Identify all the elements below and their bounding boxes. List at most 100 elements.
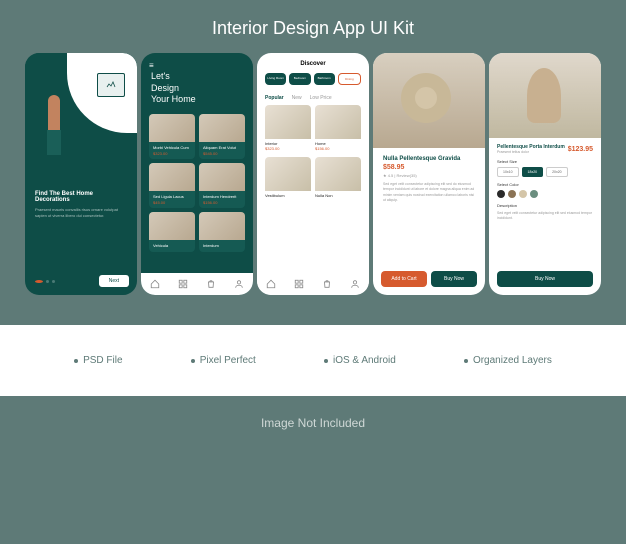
card-title: Vestibulum — [265, 193, 311, 198]
home-icon[interactable] — [150, 279, 160, 289]
product-thumbnail — [149, 114, 195, 142]
product-thumbnail — [149, 163, 195, 191]
product-rating: ★ 4.5 | Review(35) — [383, 173, 475, 178]
product-price: $123.95 — [568, 146, 593, 153]
onboarding-illustration — [25, 53, 137, 183]
home-heading: Let's Design Your Home — [151, 71, 243, 106]
size-option[interactable]: 10x10 — [497, 167, 519, 177]
card-title: Aliquam Erat Volut — [203, 145, 241, 150]
card-title: Vehicula — [153, 243, 191, 248]
product-thumbnail — [315, 105, 361, 139]
product-subtitle: Praesent tellus dolor — [497, 150, 565, 154]
color-options — [497, 190, 593, 198]
bullet-icon — [74, 359, 78, 363]
bullet-icon — [464, 359, 468, 363]
product-thumbnail — [199, 114, 245, 142]
card-title: Interdum — [203, 243, 241, 248]
product-description: Sed eget velit consectetur adipiscing el… — [497, 211, 593, 221]
screen-product-detail: Pellentesque Porta Interdum Praesent tel… — [489, 53, 601, 295]
category-chip[interactable]: Dining — [338, 73, 361, 85]
product-thumbnail — [265, 105, 311, 139]
card-price: $323.00 — [265, 146, 311, 151]
page-indicator — [35, 280, 55, 283]
discover-title: Discover — [265, 61, 361, 67]
card-title: Sed Ligula Lacus — [153, 194, 191, 199]
category-chip[interactable]: Bedroom — [289, 73, 310, 85]
feature-item: iOS & Android — [324, 355, 396, 366]
menu-icon[interactable]: ≡ — [149, 61, 154, 70]
buy-now-button[interactable]: Buy Now — [431, 271, 477, 287]
sort-tab[interactable]: Low Price — [310, 95, 332, 101]
grid-icon[interactable] — [178, 279, 188, 289]
bag-icon[interactable] — [206, 279, 216, 289]
product-image — [401, 73, 451, 123]
picture-frame-icon — [97, 73, 125, 97]
product-thumbnail — [149, 212, 195, 240]
screen-product: Nulla Pellentesque Gravida $58.95 ★ 4.5 … — [373, 53, 485, 295]
product-price: $58.95 — [383, 164, 475, 171]
color-swatch[interactable] — [508, 190, 516, 198]
color-swatch[interactable] — [530, 190, 538, 198]
bullet-icon — [191, 359, 195, 363]
product-hero — [489, 53, 601, 138]
size-option[interactable]: 20x20 — [546, 167, 568, 177]
card-price: $323.00 — [153, 151, 191, 156]
color-swatch[interactable] — [497, 190, 505, 198]
description-label: Description — [497, 203, 593, 208]
features-bar: PSD FilePixel PerfectiOS & AndroidOrgani… — [0, 325, 626, 396]
screen-row: Skip Find The Best Home Decorations Prae… — [0, 53, 626, 295]
product-title: Nulla Pellentesque Gravida — [383, 156, 475, 162]
feature-item: PSD File — [74, 355, 122, 366]
product-card[interactable]: Interdum — [199, 212, 245, 252]
screen-home: ≡ Let's Design Your Home Morbi Vehicula … — [141, 53, 253, 295]
size-label: Select Size — [497, 159, 593, 164]
bullet-icon — [324, 359, 328, 363]
bottom-nav — [141, 273, 253, 295]
card-price: $156.00 — [315, 146, 361, 151]
card-title: Nulla Non — [315, 193, 361, 198]
buy-now-button[interactable]: Buy Now — [497, 271, 593, 287]
onboarding-body: Praesent mauris convallis risus ornare v… — [35, 207, 127, 219]
bag-icon[interactable] — [322, 279, 332, 289]
category-chip[interactable]: Bathroom — [314, 73, 335, 85]
color-label: Select Color — [497, 182, 593, 187]
card-title: Interdum Hendrerit — [203, 194, 241, 199]
product-card[interactable]: Nulla Non — [315, 157, 361, 200]
user-icon[interactable] — [234, 279, 244, 289]
feature-item: Pixel Perfect — [191, 355, 256, 366]
product-card[interactable]: Interdum Hendrerit$156.00 — [199, 163, 245, 208]
category-chip[interactable]: Living Room — [265, 73, 286, 85]
onboarding-heading: Find The Best Home Decorations — [35, 191, 127, 203]
card-price: $545.00 — [203, 151, 241, 156]
next-button[interactable]: Next — [99, 275, 129, 287]
sort-tab[interactable]: Popular — [265, 95, 284, 101]
home-icon[interactable] — [266, 279, 276, 289]
screen-discover: Discover Living RoomBedroom BathroomDinin… — [257, 53, 369, 295]
card-title: Morbi Vehicula Cum — [153, 145, 191, 150]
product-card[interactable]: Interior$323.00 — [265, 105, 311, 153]
person-illustration — [43, 95, 65, 155]
product-card[interactable]: Aliquam Erat Volut$545.00 — [199, 114, 245, 159]
screen-onboarding: Skip Find The Best Home Decorations Prae… — [25, 53, 137, 295]
product-card[interactable]: Vestibulum — [265, 157, 311, 200]
size-option[interactable]: 18x20 — [522, 167, 544, 177]
color-swatch[interactable] — [519, 190, 527, 198]
product-card[interactable]: Vehicula — [149, 212, 195, 252]
product-card[interactable]: Morbi Vehicula Cum$323.00 — [149, 114, 195, 159]
product-thumbnail — [199, 163, 245, 191]
product-thumbnail — [199, 212, 245, 240]
sort-tab[interactable]: New — [292, 95, 302, 101]
card-price: $45.00 — [153, 200, 191, 205]
product-hero — [373, 53, 485, 148]
user-icon[interactable] — [350, 279, 360, 289]
product-thumbnail — [315, 157, 361, 191]
grid-icon[interactable] — [294, 279, 304, 289]
kit-title: Interior Design App UI Kit — [0, 0, 626, 53]
product-thumbnail — [265, 157, 311, 191]
add-to-cart-button[interactable]: Add to Cart — [381, 271, 427, 287]
card-price: $156.00 — [203, 200, 241, 205]
footer-note: Image Not Included — [0, 396, 626, 450]
product-card[interactable]: Home$156.00 — [315, 105, 361, 153]
product-image — [527, 68, 561, 123]
product-card[interactable]: Sed Ligula Lacus$45.00 — [149, 163, 195, 208]
